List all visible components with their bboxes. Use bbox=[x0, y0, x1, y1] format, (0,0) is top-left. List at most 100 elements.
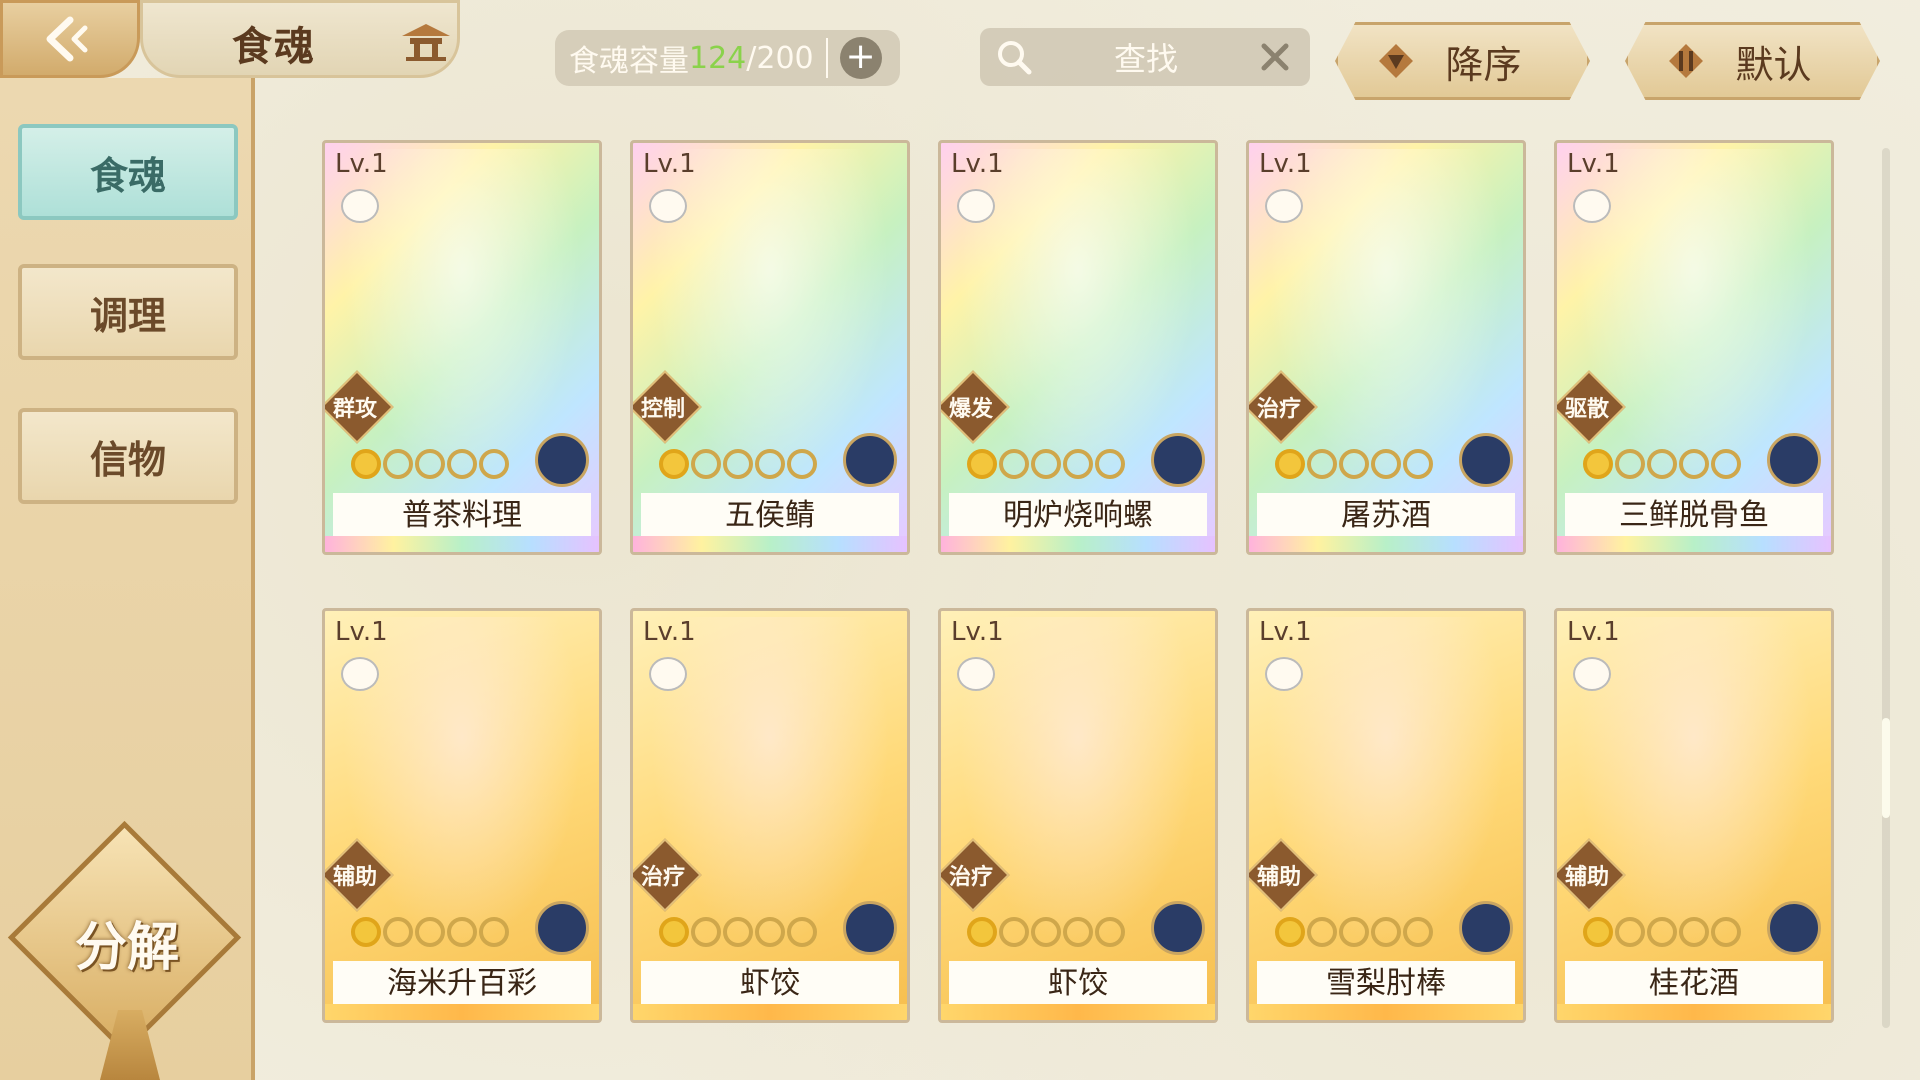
card-bottom-strip bbox=[1249, 536, 1523, 552]
star-icon bbox=[415, 449, 445, 479]
star-icon bbox=[351, 917, 381, 947]
scrollbar[interactable] bbox=[1882, 148, 1890, 1028]
star-icon bbox=[1339, 917, 1369, 947]
close-icon[interactable] bbox=[1258, 40, 1292, 74]
role-label: 群攻 bbox=[332, 397, 377, 422]
star-icon bbox=[1615, 917, 1645, 947]
sidebar-item-food-souls[interactable]: 食魂 bbox=[18, 124, 238, 220]
scrollbar-thumb[interactable] bbox=[1882, 718, 1890, 818]
star-icon bbox=[1403, 449, 1433, 479]
food-soul-card[interactable]: Lv.1 治疗虾饺 bbox=[938, 608, 1218, 1023]
flower-emblem-icon bbox=[535, 901, 589, 955]
card-bottom-strip bbox=[633, 1004, 907, 1020]
triangle-down-icon bbox=[1379, 44, 1413, 78]
top-bar: 食魂 食魂容量 124 /200 + 查找 降序 默认 bbox=[0, 0, 1920, 115]
star-rating bbox=[967, 449, 1127, 479]
sort-order-label: 降序 bbox=[1445, 42, 1522, 87]
star-icon bbox=[967, 917, 997, 947]
food-soul-card[interactable]: Lv.1 控制五侯鲭 bbox=[630, 140, 910, 555]
star-icon bbox=[723, 917, 753, 947]
role-label: 辅助 bbox=[332, 865, 377, 890]
bowl-icon bbox=[649, 657, 687, 691]
food-soul-card[interactable]: Lv.1 辅助 海米升百彩 bbox=[322, 608, 602, 1023]
card-level: Lv.1 bbox=[1567, 149, 1620, 179]
flower-emblem-icon bbox=[1151, 433, 1205, 487]
capacity-label: 食魂容量 bbox=[569, 44, 689, 79]
flower-emblem-icon bbox=[843, 901, 897, 955]
food-soul-card[interactable]: Lv.1 辅助 桂花酒 bbox=[1554, 608, 1834, 1023]
flower-emblem-icon bbox=[843, 433, 897, 487]
star-icon bbox=[691, 449, 721, 479]
sort-order-button[interactable]: 降序 bbox=[1335, 22, 1590, 100]
role-badge: 群攻 bbox=[325, 370, 394, 444]
flower-emblem-icon bbox=[1151, 901, 1205, 955]
star-icon bbox=[1307, 917, 1337, 947]
back-button[interactable] bbox=[0, 0, 140, 78]
role-badge: 辅助 bbox=[1557, 838, 1626, 912]
card-name: 普茶料理 bbox=[333, 493, 591, 539]
flower-emblem-icon bbox=[1459, 433, 1513, 487]
star-icon bbox=[787, 449, 817, 479]
star-icon bbox=[1711, 449, 1741, 479]
star-rating bbox=[1583, 449, 1743, 479]
card-name: 三鲜脱骨鱼 bbox=[1565, 493, 1823, 539]
card-bottom-strip bbox=[325, 536, 599, 552]
page-title: 食魂 bbox=[232, 24, 316, 70]
card-bottom-strip bbox=[1249, 1004, 1523, 1020]
sort-mode-button[interactable]: 默认 bbox=[1625, 22, 1880, 100]
card-level: Lv.1 bbox=[1259, 617, 1312, 647]
card-level: Lv.1 bbox=[951, 617, 1004, 647]
food-soul-card[interactable]: Lv.1 治疗 屠苏酒 bbox=[1246, 140, 1526, 555]
star-rating bbox=[1275, 917, 1435, 947]
back-arrow-icon bbox=[46, 16, 88, 62]
decompose-label: 分解 bbox=[74, 918, 179, 978]
card-name: 五侯鲭 bbox=[641, 493, 899, 539]
pagoda-icon[interactable] bbox=[398, 22, 454, 62]
bowl-icon bbox=[957, 657, 995, 691]
card-bottom-strip bbox=[941, 1004, 1215, 1020]
card-name: 明炉烧响螺 bbox=[949, 493, 1207, 539]
card-bottom-strip bbox=[325, 1004, 599, 1020]
food-soul-card[interactable]: Lv.1 治疗 虾饺 bbox=[630, 608, 910, 1023]
star-icon bbox=[1095, 449, 1125, 479]
star-icon bbox=[1031, 917, 1061, 947]
role-label: 辅助 bbox=[1564, 865, 1609, 890]
search-input[interactable]: 查找 bbox=[980, 28, 1310, 86]
star-icon bbox=[1615, 449, 1645, 479]
card-level: Lv.1 bbox=[951, 149, 1004, 179]
sidebar-item-cooking[interactable]: 调理 bbox=[18, 264, 238, 360]
star-icon bbox=[479, 449, 509, 479]
card-name: 屠苏酒 bbox=[1257, 493, 1515, 539]
bowl-icon bbox=[1265, 189, 1303, 223]
star-icon bbox=[967, 449, 997, 479]
star-icon bbox=[755, 449, 785, 479]
role-label: 爆发 bbox=[948, 397, 993, 422]
role-badge: 驱散 bbox=[1557, 370, 1626, 444]
card-name: 虾饺 bbox=[641, 961, 899, 1007]
bowl-icon bbox=[341, 657, 379, 691]
food-soul-card[interactable]: Lv.1 辅助 雪梨肘棒 bbox=[1246, 608, 1526, 1023]
card-level: Lv.1 bbox=[643, 149, 696, 179]
role-badge: 控制 bbox=[633, 370, 702, 444]
food-soul-card[interactable]: Lv.1 驱散三鲜脱骨鱼 bbox=[1554, 140, 1834, 555]
role-label: 治疗 bbox=[948, 865, 993, 890]
bowl-icon bbox=[957, 189, 995, 223]
food-soul-card[interactable]: Lv.1 爆发明炉烧响螺 bbox=[938, 140, 1218, 555]
star-icon bbox=[1583, 449, 1613, 479]
search-icon bbox=[998, 41, 1032, 75]
sidebar-item-tokens[interactable]: 信物 bbox=[18, 408, 238, 504]
add-capacity-button[interactable]: + bbox=[839, 37, 882, 79]
flower-emblem-icon bbox=[1767, 433, 1821, 487]
star-rating bbox=[659, 917, 819, 947]
card-name: 虾饺 bbox=[949, 961, 1207, 1007]
card-name: 桂花酒 bbox=[1565, 961, 1823, 1007]
card-level: Lv.1 bbox=[643, 617, 696, 647]
sort-arrows-icon bbox=[1669, 44, 1703, 78]
star-icon bbox=[691, 917, 721, 947]
star-icon bbox=[1403, 917, 1433, 947]
capacity-display: 食魂容量 124 /200 + bbox=[555, 30, 900, 86]
food-soul-card[interactable]: Lv.1 群攻 普茶料理 bbox=[322, 140, 602, 555]
star-icon bbox=[1679, 917, 1709, 947]
star-icon bbox=[1583, 917, 1613, 947]
star-icon bbox=[1647, 449, 1677, 479]
